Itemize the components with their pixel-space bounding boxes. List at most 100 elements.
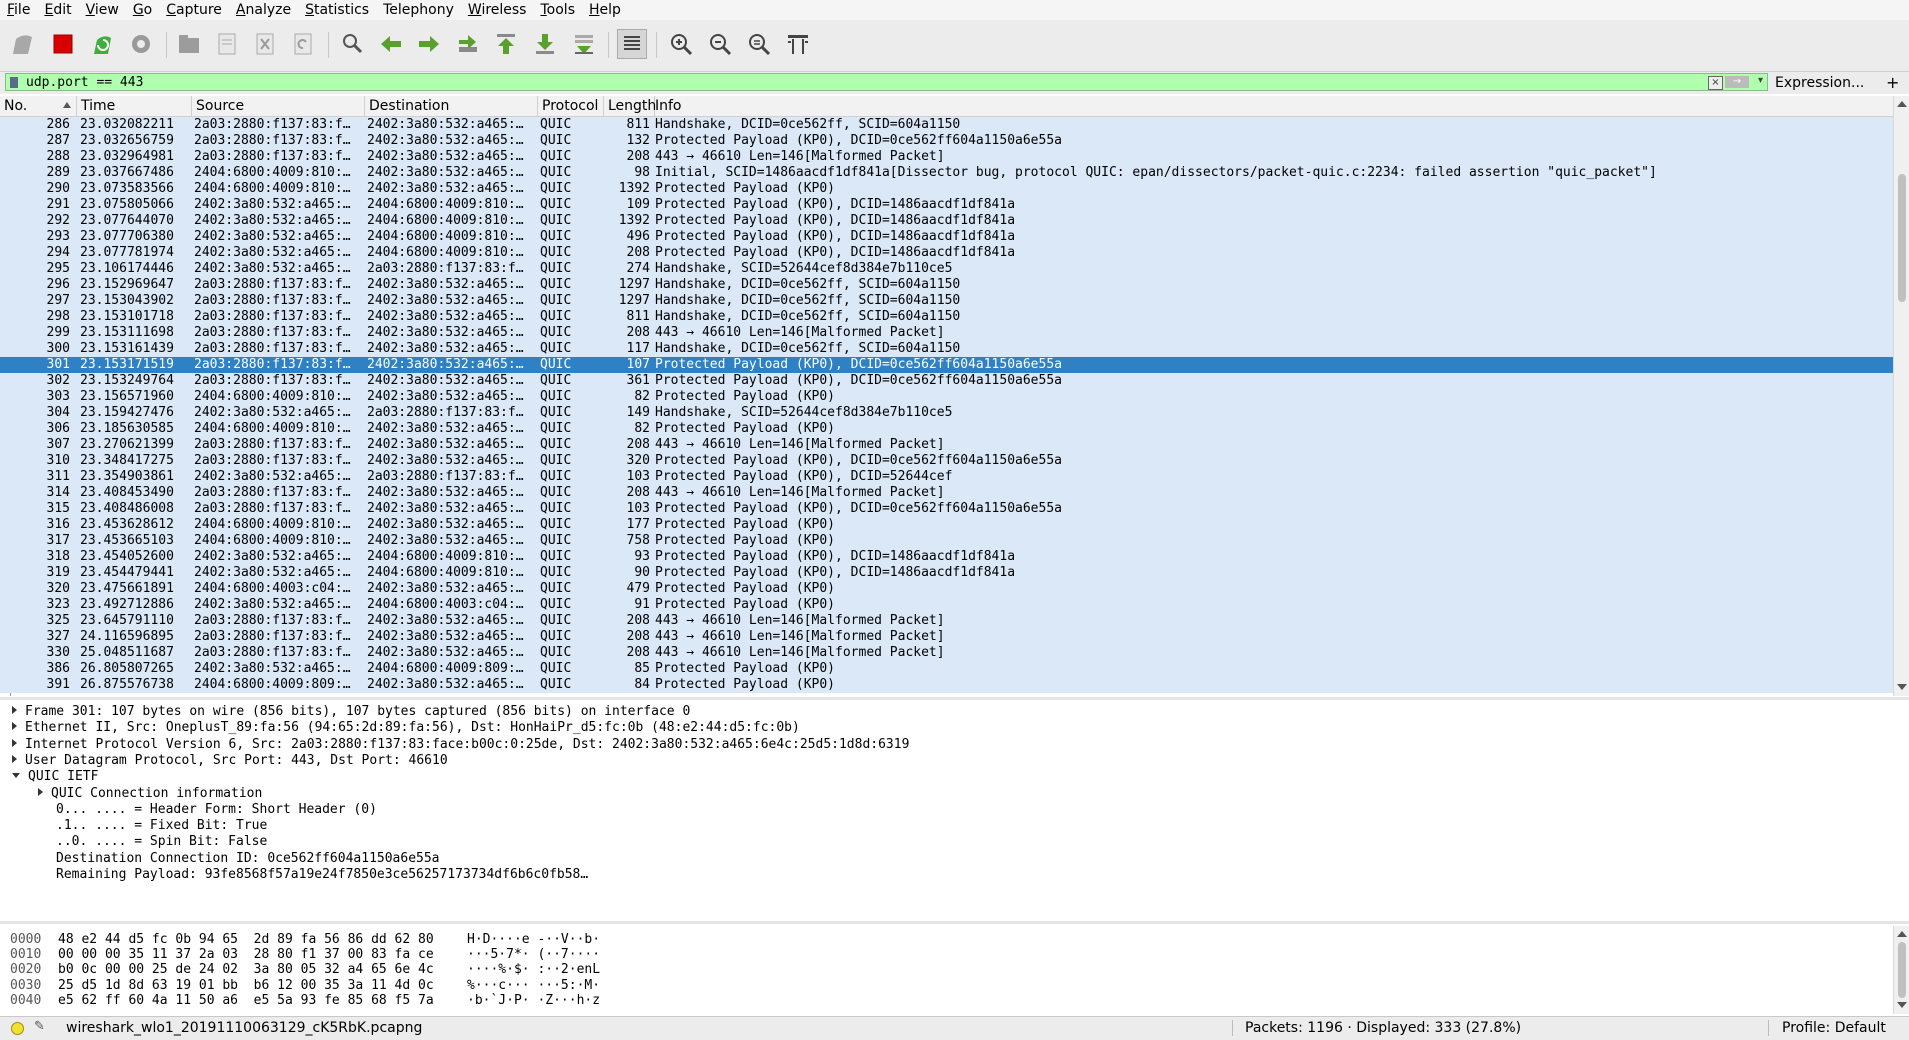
colorize-icon[interactable]	[617, 29, 647, 59]
column-header-time[interactable]: Time	[77, 96, 192, 116]
bookmark-icon[interactable]	[10, 77, 18, 88]
apply-filter-icon[interactable]: →	[1725, 76, 1749, 88]
packet-row[interactable]: 288 23.032964981 2a03:2880:f137:83:f… 2402:…	[0, 149, 1893, 165]
packet-row[interactable]: 297 23.153043902 2a03:2880:f137:83:f… 2402:…	[0, 293, 1893, 309]
detail-tree-item[interactable]: QUIC Connection information	[38, 786, 262, 802]
menu-go[interactable]: Go	[126, 0, 159, 20]
profile-status[interactable]: Profile: Default	[1782, 1017, 1886, 1039]
packet-row[interactable]: 317 23.453665103 2404:6800:4009:810:… 2402:…	[0, 533, 1893, 549]
detail-tree-item[interactable]: .1.. .... = Fixed Bit: True	[56, 818, 267, 834]
chevron-down-icon[interactable]: ▾	[1758, 75, 1763, 86]
scroll-down-icon[interactable]	[1897, 1002, 1907, 1008]
column-header-length[interactable]: Length	[604, 96, 656, 116]
last-packet-icon[interactable]	[530, 29, 560, 59]
column-header-source[interactable]: Source	[192, 96, 365, 116]
packet-row[interactable]: 325 23.645791110 2a03:2880:f137:83:f… 2402:…	[0, 613, 1893, 629]
scroll-thumb[interactable]	[1898, 174, 1906, 302]
detail-tree-item[interactable]: Remaining Payload: 93fe8568f57a19e24f785…	[56, 867, 588, 883]
display-filter-input[interactable]: udp.port == 443 × → ▾	[5, 73, 1768, 91]
detail-tree-item[interactable]: Frame 301: 107 bytes on wire (856 bits),…	[12, 704, 690, 720]
packet-row[interactable]: 292 23.077644070 2402:3a80:532:a465:… 2404:…	[0, 213, 1893, 229]
packet-row[interactable]: 291 23.075805066 2402:3a80:532:a465:… 2404:…	[0, 197, 1893, 213]
expand-right-icon[interactable]	[38, 787, 43, 796]
zoom-out-icon[interactable]	[705, 29, 735, 59]
packet-row[interactable]: 327 24.116596895 2a03:2880:f137:83:f… 2402:…	[0, 629, 1893, 645]
packet-row[interactable]: 303 23.156571960 2404:6800:4009:810:… 2402:…	[0, 389, 1893, 405]
expand-right-icon[interactable]	[12, 738, 17, 747]
packet-list[interactable]: 286 23.032082211 2a03:2880:f137:83:f… 2402:…	[0, 117, 1893, 696]
bytes-scrollbar[interactable]	[1893, 926, 1909, 1014]
packet-row[interactable]: 299 23.153111698 2a03:2880:f137:83:f… 2402:…	[0, 325, 1893, 341]
packet-row[interactable]: 293 23.077706380 2402:3a80:532:a465:… 2404:…	[0, 229, 1893, 245]
scroll-down-icon[interactable]	[1897, 684, 1907, 690]
go-forward-icon[interactable]	[414, 29, 444, 59]
auto-scroll-icon[interactable]	[569, 29, 599, 59]
packet-row[interactable]: 316 23.453628612 2404:6800:4009:810:… 2402:…	[0, 517, 1893, 533]
expert-info-icon[interactable]	[11, 1022, 24, 1035]
packet-row[interactable]: 300 23.153161439 2a03:2880:f137:83:f… 2402:…	[0, 341, 1893, 357]
packet-row[interactable]: 386 26.805807265 2402:3a80:532:a465:… 2404:…	[0, 661, 1893, 677]
zoom-in-icon[interactable]	[666, 29, 696, 59]
packet-row[interactable]: 319 23.454479441 2402:3a80:532:a465:… 2404:…	[0, 565, 1893, 581]
packet-row[interactable]: 296 23.152969647 2a03:2880:f137:83:f… 2402:…	[0, 277, 1893, 293]
packet-row[interactable]: 307 23.270621399 2a03:2880:f137:83:f… 2402:…	[0, 437, 1893, 453]
detail-tree-item[interactable]: QUIC IETF	[12, 769, 98, 785]
reload-file-icon[interactable]	[288, 29, 318, 59]
packet-row[interactable]: 318 23.454052600 2402:3a80:532:a465:… 2404:…	[0, 549, 1893, 565]
packet-details-tree[interactable]: Frame 301: 107 bytes on wire (856 bits),…	[0, 700, 1909, 920]
menu-capture[interactable]: Capture	[159, 0, 229, 20]
menu-view[interactable]: View	[79, 0, 126, 20]
packet-row[interactable]: 320 23.475661891 2404:6800:4003:c04:… 2402:…	[0, 581, 1893, 597]
column-header-protocol[interactable]: Protocol	[538, 96, 604, 116]
packet-row[interactable]: 295 23.106174446 2402:3a80:532:a465:… 2a03:…	[0, 261, 1893, 277]
pane-splitter[interactable]	[0, 921, 1909, 924]
packet-row[interactable]: 311 23.354903861 2402:3a80:532:a465:… 2a03:…	[0, 469, 1893, 485]
close-file-icon[interactable]	[250, 29, 280, 59]
clear-filter-icon[interactable]: ×	[1708, 76, 1723, 90]
packet-row[interactable]: 289 23.037667486 2404:6800:4009:810:… 2402:…	[0, 165, 1893, 181]
packet-row[interactable]: 294 23.077781974 2402:3a80:532:a465:… 2404:…	[0, 245, 1893, 261]
packet-row[interactable]: 306 23.185630585 2404:6800:4009:810:… 2402:…	[0, 421, 1893, 437]
packet-row[interactable]: 391 26.875576738 2404:6800:4009:809:… 2402:…	[0, 677, 1893, 693]
detail-tree-item[interactable]: Ethernet II, Src: OneplusT_89:fa:56 (94:…	[12, 720, 800, 736]
packet-row[interactable]: 302 23.153249764 2a03:2880:f137:83:f… 2402:…	[0, 373, 1893, 389]
edit-comment-icon[interactable]: ✎	[34, 1019, 45, 1034]
scroll-up-icon[interactable]	[1897, 101, 1907, 107]
detail-tree-item[interactable]: Internet Protocol Version 6, Src: 2a03:2…	[12, 737, 909, 753]
packet-row[interactable]: 304 23.159427476 2402:3a80:532:a465:… 2a03:…	[0, 405, 1893, 421]
shark-fin-start-icon[interactable]	[8, 29, 38, 59]
menu-tools[interactable]: Tools	[533, 0, 582, 20]
expand-right-icon[interactable]	[12, 754, 17, 763]
go-back-icon[interactable]	[376, 29, 406, 59]
packet-row[interactable]: 314 23.408453490 2a03:2880:f137:83:f… 2402:…	[0, 485, 1893, 501]
menu-analyze[interactable]: Analyze	[229, 0, 298, 20]
menu-help[interactable]: Help	[582, 0, 628, 20]
restart-capture-icon[interactable]	[88, 29, 118, 59]
packet-row[interactable]: 290 23.073583566 2404:6800:4009:810:… 2402:…	[0, 181, 1893, 197]
save-file-icon[interactable]	[212, 29, 242, 59]
expand-down-icon[interactable]	[12, 773, 20, 779]
expression-button[interactable]: Expression...	[1775, 73, 1864, 93]
detail-tree-item[interactable]: ..0. .... = Spin Bit: False	[56, 834, 267, 850]
expand-right-icon[interactable]	[12, 706, 17, 714]
first-packet-icon[interactable]	[491, 29, 521, 59]
column-header-destination[interactable]: Destination	[365, 96, 538, 116]
column-header-info[interactable]: Info	[651, 96, 1895, 116]
detail-tree-item[interactable]: User Datagram Protocol, Src Port: 443, D…	[12, 753, 448, 769]
packet-row[interactable]: 315 23.408486008 2a03:2880:f137:83:f… 2402:…	[0, 501, 1893, 517]
add-filter-button[interactable]: +	[1886, 73, 1899, 93]
packet-row[interactable]: 330 25.048511687 2a03:2880:f137:83:f… 2402:…	[0, 645, 1893, 661]
menu-telephony[interactable]: Telephony	[376, 0, 461, 20]
packet-row[interactable]: 287 23.032656759 2a03:2880:f137:83:f… 2402:…	[0, 133, 1893, 149]
packet-row[interactable]: 310 23.348417275 2a03:2880:f137:83:f… 2402:…	[0, 453, 1893, 469]
packet-bytes-pane[interactable]: 0000 48 e2 44 d5 fc 0b 94 65 2d 89 fa 56 …	[0, 926, 1893, 1014]
packet-row-selected[interactable]: 301 23.153171519 2a03:2880:f137:83:f… 2402:…	[0, 357, 1893, 373]
packet-row[interactable]: 286 23.032082211 2a03:2880:f137:83:f… 2402:…	[0, 117, 1893, 133]
find-packet-icon[interactable]	[337, 29, 367, 59]
stop-capture-icon[interactable]	[48, 29, 78, 59]
detail-tree-item[interactable]: Destination Connection ID: 0ce562ff604a1…	[56, 851, 440, 867]
scroll-thumb[interactable]	[1898, 942, 1906, 998]
menu-edit[interactable]: Edit	[37, 0, 78, 20]
capture-options-icon[interactable]	[126, 29, 156, 59]
display-filter-text[interactable]: udp.port == 443	[26, 74, 143, 91]
